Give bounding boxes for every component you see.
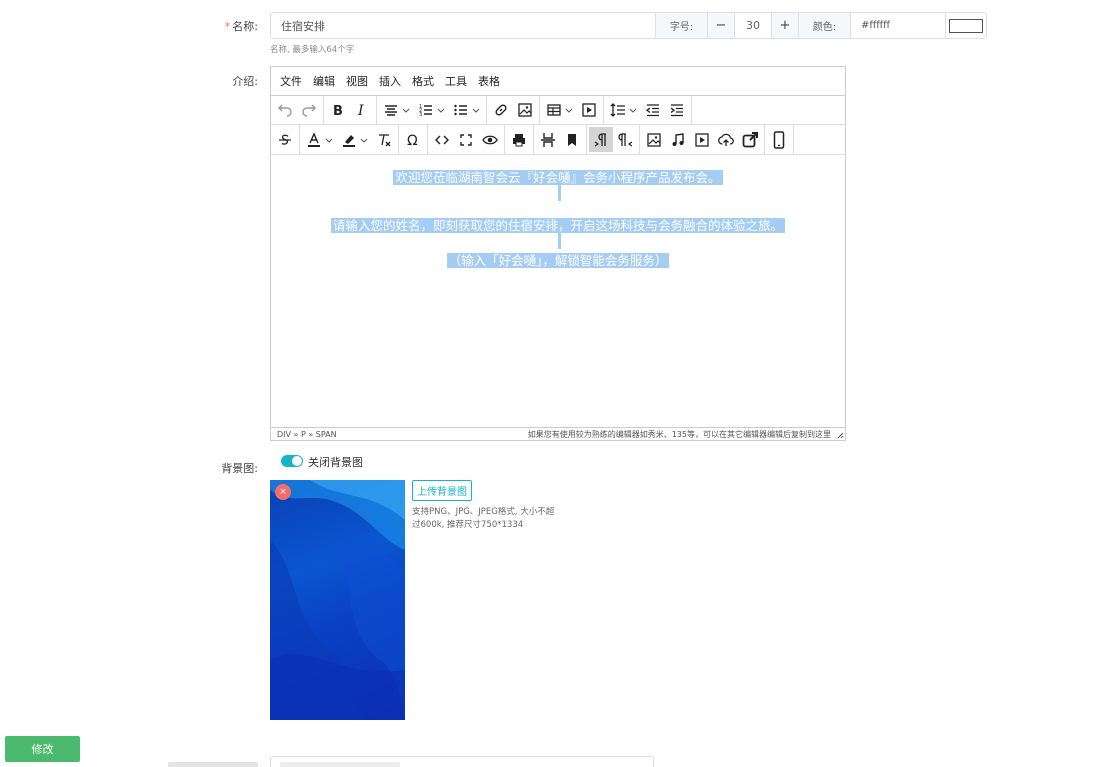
upload-tip: 支持PNG、JPG、JPEG格式, 大小不超过600k, 推荐尺寸750*133… (412, 507, 555, 530)
svg-text:Ω: Ω (407, 133, 418, 148)
toolbar-divider (486, 95, 487, 125)
editor-toolbar-1: B I 123 (271, 95, 845, 125)
align-icon[interactable] (379, 98, 414, 123)
text-color-icon[interactable] (302, 127, 337, 152)
color-swatch[interactable] (949, 18, 983, 33)
content-line-2: 请输入您的姓名，即刻获取您的住宿安排，开启这场科技与会务融合的体验之旅。 (330, 218, 785, 233)
toolbar-divider (398, 125, 399, 154)
color-picker[interactable] (945, 13, 986, 38)
print-icon[interactable] (507, 127, 531, 152)
toolbar-divider (603, 95, 604, 125)
element-path[interactable]: DIV » P » SPAN (277, 430, 337, 439)
toolbar-divider (793, 125, 794, 154)
bg-toggle-label: 关闭背景图 (308, 456, 363, 469)
menu-table[interactable]: 表格 (473, 73, 505, 89)
menu-tools[interactable]: 工具 (440, 73, 472, 89)
empty-line-selection (558, 233, 561, 249)
cloud-upload-icon[interactable] (714, 127, 738, 152)
editor-content[interactable]: 欢迎您莅临湖南智会云『好会嗵』会务小程序产品发布会。 请输入您的姓名，即刻获取您… (271, 156, 845, 426)
name-row: 字号: − 30 + 颜色: #ffffff (270, 12, 987, 39)
toolbar-divider (299, 125, 300, 154)
svg-text:I: I (357, 103, 364, 118)
wave-pattern-icon (270, 480, 405, 720)
rtl-direction-icon[interactable] (613, 127, 637, 152)
source-code-icon[interactable] (430, 127, 454, 152)
media-icon[interactable] (577, 98, 601, 123)
background-image-preview (270, 480, 405, 720)
editor-toolbar-2: Ω (271, 125, 845, 155)
intro-label: 介绍: (232, 75, 258, 88)
table-icon[interactable] (542, 98, 577, 123)
toolbar-divider (533, 125, 534, 154)
preview-icon[interactable] (478, 127, 502, 152)
redo-icon[interactable] (297, 98, 321, 123)
page-break-icon[interactable] (536, 127, 560, 152)
editor-tip: 如果您有使用较为熟练的编辑器如秀米、135等，可以在其它编辑器编辑后复制到这里 (527, 429, 831, 439)
outdent-icon[interactable] (641, 98, 665, 123)
font-size-stepper: − 30 + (707, 13, 798, 38)
indent-icon[interactable] (665, 98, 689, 123)
toolbar-divider (764, 125, 765, 154)
line-height-icon[interactable] (606, 98, 641, 123)
toolbar-divider (376, 95, 377, 125)
menu-view[interactable]: 视图 (341, 73, 373, 89)
toolbar-divider (586, 125, 587, 154)
insert-image-icon[interactable] (642, 127, 666, 152)
toolbar-divider (539, 95, 540, 125)
next-field-label (160, 762, 258, 767)
font-size-label: 字号: (655, 13, 707, 38)
menu-insert[interactable]: 插入 (374, 73, 406, 89)
bold-icon[interactable]: B (326, 98, 350, 123)
image-icon[interactable] (513, 98, 537, 123)
toolbar-divider (691, 95, 692, 125)
toolbar-divider (323, 95, 324, 125)
svg-text:3: 3 (419, 112, 422, 118)
font-size-increase-button[interactable]: + (772, 13, 798, 38)
next-field-placeholder (280, 762, 400, 767)
resize-handle-icon[interactable] (837, 432, 844, 439)
name-hint: 名称, 最多输入64个字 (270, 45, 355, 55)
content-line-3: （输入「好会嗵」，解锁智能会务服务） (446, 253, 670, 268)
remove-image-button[interactable]: × (275, 484, 291, 500)
bg-toggle[interactable] (281, 455, 303, 467)
editor-menubar: 文件 编辑 视图 插入 格式 工具 表格 (271, 67, 845, 96)
editor-statusbar: DIV » P » SPAN 如果您有使用较为熟练的编辑器如秀米、135等，可以… (271, 427, 845, 440)
font-size-value[interactable]: 30 (734, 13, 772, 38)
audio-icon[interactable] (666, 127, 690, 152)
clear-format-icon[interactable] (372, 127, 396, 152)
bullet-list-icon[interactable] (449, 98, 484, 123)
rich-text-editor: 文件 编辑 视图 插入 格式 工具 表格 B I 123 Ω 欢迎您莅临湖南智会… (270, 66, 846, 441)
upload-bg-button[interactable]: 上传背景图 (412, 480, 472, 501)
name-input[interactable] (271, 13, 655, 38)
fullscreen-icon[interactable] (454, 127, 478, 152)
strikethrough-icon[interactable] (273, 127, 297, 152)
link-icon[interactable] (489, 98, 513, 123)
toolbar-divider (427, 125, 428, 154)
bg-label: 背景图: (221, 462, 258, 475)
svg-text:B: B (333, 104, 343, 118)
bookmark-icon[interactable] (560, 127, 584, 152)
toolbar-divider (639, 125, 640, 154)
content-line-1: 欢迎您莅临湖南智会云『好会嗵』会务小程序产品发布会。 (393, 170, 723, 185)
name-label: * 名称: (224, 20, 258, 33)
italic-icon[interactable]: I (350, 98, 374, 123)
menu-file[interactable]: 文件 (275, 73, 307, 89)
menu-format[interactable]: 格式 (407, 73, 439, 89)
mobile-preview-icon[interactable] (767, 127, 791, 152)
toolbar-divider (504, 125, 505, 154)
submit-button[interactable]: 修改 (5, 736, 80, 762)
empty-line-selection (558, 185, 561, 201)
numbered-list-icon[interactable]: 123 (414, 98, 449, 123)
video-icon[interactable] (690, 127, 714, 152)
external-link-icon[interactable] (738, 127, 762, 152)
undo-icon[interactable] (273, 98, 297, 123)
color-input[interactable]: #ffffff (850, 13, 945, 38)
highlight-icon[interactable] (337, 127, 372, 152)
color-label: 颜色: (798, 13, 850, 38)
menu-edit[interactable]: 编辑 (308, 73, 340, 89)
font-size-decrease-button[interactable]: − (708, 13, 734, 38)
ltr-direction-icon[interactable] (589, 127, 613, 152)
special-character-icon[interactable]: Ω (401, 127, 425, 152)
